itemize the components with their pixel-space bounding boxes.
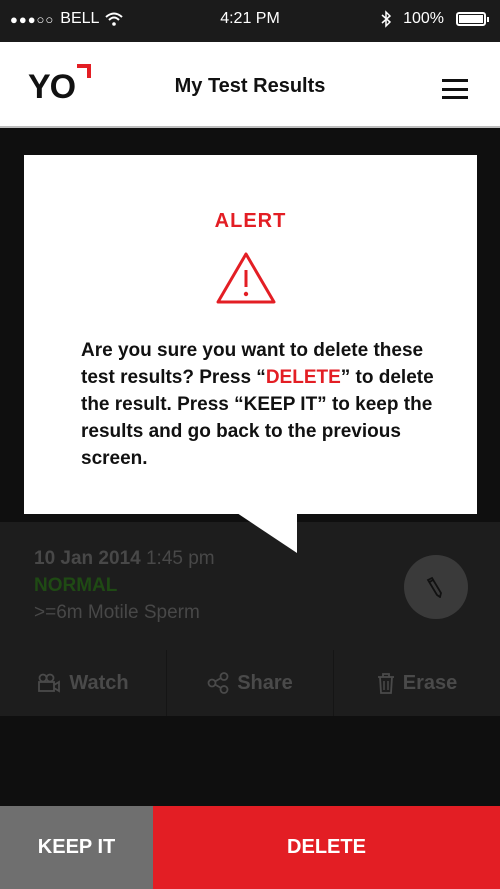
bottom-action-bar: KEEP IT DELETE <box>0 806 500 889</box>
result-datetime: 10 Jan 2014 1:45 pm <box>34 548 215 570</box>
hamburger-menu-icon[interactable] <box>442 79 468 99</box>
bluetooth-icon <box>381 10 392 28</box>
dialog-pointer <box>237 513 297 553</box>
result-actions: Watch Share Erase <box>0 650 500 716</box>
result-time: 1:45 pm <box>145 548 215 569</box>
battery-icon <box>456 12 489 26</box>
result-detail: >=6m Motile Sperm <box>34 602 200 623</box>
page-title: My Test Results <box>174 75 326 97</box>
share-icon <box>207 672 229 694</box>
watch-label: Watch <box>69 671 129 694</box>
alert-dialog: ALERT Are you sure you want to delete th… <box>24 155 477 514</box>
watch-button[interactable]: Watch <box>0 650 167 716</box>
trash-icon <box>377 673 394 694</box>
status-bar: ●●●○○ BELL 4:21 PM 100% <box>0 0 500 42</box>
share-button[interactable]: Share <box>167 650 334 716</box>
video-camera-icon <box>38 673 61 693</box>
battery-percent: 100% <box>403 10 444 27</box>
result-date: 10 Jan 2014 <box>34 548 141 569</box>
erase-label: Erase <box>402 671 458 694</box>
delete-button[interactable]: DELETE <box>153 806 500 889</box>
keep-it-button[interactable]: KEEP IT <box>0 806 153 889</box>
warning-icon <box>216 252 276 304</box>
battery-fill <box>459 15 483 23</box>
alert-delete-highlight: DELETE <box>265 367 341 388</box>
alert-message: Are you sure you want to delete these te… <box>81 337 441 472</box>
erase-button[interactable]: Erase <box>334 650 500 716</box>
share-label: Share <box>237 671 293 694</box>
pencil-icon <box>426 576 442 598</box>
edit-button[interactable] <box>404 555 468 619</box>
alert-title: ALERT <box>214 210 287 232</box>
result-status: NORMAL <box>34 575 118 596</box>
status-right: 100% <box>381 10 489 28</box>
nav-bar: YO My Test Results <box>0 42 500 128</box>
